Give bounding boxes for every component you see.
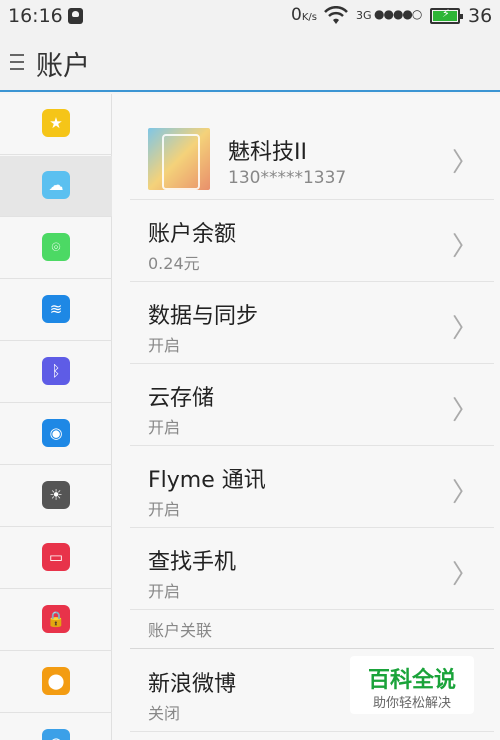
- menu-icon-bar: [10, 61, 24, 63]
- wifi-status-icon: [324, 6, 348, 24]
- list-item-status: 开启: [148, 582, 181, 601]
- cloud-icon: ☁: [42, 171, 70, 199]
- list-item-cloud-storage[interactable]: 云存储开启 〉: [130, 364, 494, 446]
- list-item-status: 开启: [148, 336, 181, 355]
- list-item-balance[interactable]: 账户余额 0.24元 〉: [130, 200, 494, 282]
- list-item-label: 云存储: [148, 386, 215, 411]
- list-item-status: 开启: [148, 500, 181, 519]
- chevron-right-icon: 〉: [451, 232, 478, 262]
- account-name: 魅科技II: [228, 140, 307, 165]
- sidebar-item-broadcast[interactable]: ◉: [0, 404, 112, 465]
- chevron-right-icon: 〉: [451, 478, 478, 508]
- app-header: 账户: [0, 32, 500, 92]
- page-title: 账户: [36, 51, 90, 82]
- settings-sidebar: ★ ☁ ⌾ ≋ ᛒ ◉ ☀ ▭ 🔒 ⬤ ◍: [0, 94, 112, 740]
- chevron-right-icon: 〉: [451, 148, 478, 178]
- watermark-subtitle: 助你轻松解决: [372, 696, 451, 711]
- battery-level: 36: [468, 5, 493, 27]
- list-item-label: 查找手机: [148, 550, 237, 575]
- account-profile-row[interactable]: 魅科技II 130*****1337 〉: [130, 106, 494, 200]
- star-icon: ★: [42, 109, 70, 137]
- sidebar-item-toggle[interactable]: ▭: [0, 528, 112, 589]
- chevron-right-icon: 〉: [451, 560, 478, 590]
- hotspot-icon: ⌾: [42, 233, 70, 261]
- list-item-flyme-messaging[interactable]: Flyme 通讯开启 〉: [130, 446, 494, 528]
- sidebar-item-bluetooth[interactable]: ᛒ: [0, 342, 112, 403]
- watermark-badge: 百科全说 助你轻松解决: [350, 656, 474, 714]
- menu-icon[interactable]: [10, 54, 24, 70]
- section-header-linked-accounts: 账户关联: [148, 621, 213, 640]
- account-panel: 魅科技II 130*****1337 〉 账户余额 0.24元〉数据与同步 开启〉云…: [112, 94, 500, 740]
- account-phone: 130*****1337: [228, 168, 347, 188]
- sidebar-item-globe[interactable]: ◍: [0, 714, 112, 740]
- sidebar-item-location[interactable]: ⬤: [0, 652, 112, 713]
- chevron-right-icon: 〉: [451, 314, 478, 344]
- location-icon: ⬤: [42, 667, 70, 695]
- network-type: 3G: [356, 9, 372, 22]
- list-item-label: 新浪微博: [148, 672, 237, 697]
- list-item-label: 数据与同步: [148, 304, 259, 329]
- menu-icon-bar: [10, 68, 24, 70]
- sidebar-item-lock[interactable]: 🔒: [0, 590, 112, 651]
- sidebar-item-hotspot[interactable]: ⌾: [0, 218, 112, 279]
- charging-bolt-icon: ⚡: [442, 7, 450, 20]
- list-item-status: 关闭: [148, 704, 181, 723]
- chevron-right-icon: 〉: [451, 396, 478, 426]
- list-item-label: 账户余额: [148, 222, 237, 247]
- list-item-find-phone[interactable]: 查找手机开启 〉: [130, 528, 494, 610]
- sidebar-item-brightness[interactable]: ☀: [0, 466, 112, 527]
- net-speed: 0K/s: [291, 5, 317, 25]
- menu-icon-bar: [10, 54, 24, 56]
- broadcast-icon: ◉: [42, 419, 70, 447]
- avatar: [148, 128, 210, 190]
- clock: 16:16: [8, 5, 63, 27]
- globe-icon: ◍: [42, 729, 70, 740]
- list-item-status: 0.24元: [148, 254, 200, 273]
- section-divider: [130, 648, 494, 649]
- qq-notification-icon: [68, 8, 83, 24]
- toggle-icon: ▭: [42, 543, 70, 571]
- watermark-title: 百科全说: [367, 668, 456, 693]
- sidebar-item-star[interactable]: ★: [0, 94, 112, 155]
- sidebar-item-cloud[interactable]: ☁: [0, 156, 112, 217]
- wifi-icon: ≋: [42, 295, 70, 323]
- brightness-icon: ☀: [42, 481, 70, 509]
- list-item-status: 开启: [148, 418, 181, 437]
- lock-icon: 🔒: [42, 605, 70, 633]
- net-speed-value: 0: [291, 5, 302, 25]
- net-speed-unit: K/s: [301, 12, 317, 23]
- list-item-data-sync[interactable]: 数据与同步开启 〉: [130, 282, 494, 364]
- bluetooth-icon: ᛒ: [42, 357, 70, 385]
- sidebar-item-wifi[interactable]: ≋: [0, 280, 112, 341]
- signal-strength-icon: ●●●●○: [374, 7, 422, 21]
- list-item-label: Flyme 通讯: [148, 468, 266, 493]
- status-bar: 16:16 0K/s 3G ●●●●○ ⚡ 36: [0, 0, 500, 32]
